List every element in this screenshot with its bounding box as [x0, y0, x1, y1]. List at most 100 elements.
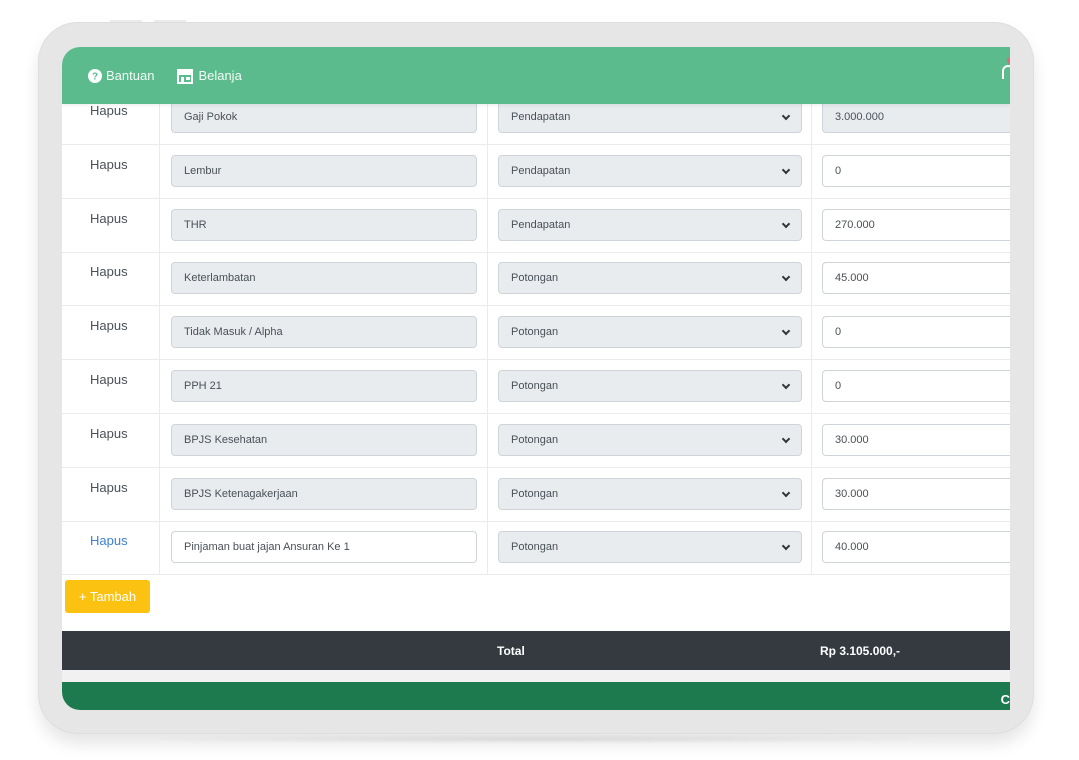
- component-type-select[interactable]: Pendapatan: [498, 101, 802, 133]
- component-amount-value: 3.000.000: [835, 111, 884, 123]
- delete-row-link[interactable]: Hapus: [90, 480, 128, 495]
- component-type-value: Potongan: [511, 380, 559, 392]
- table-row: Hapus Tidak Masuk / Alpha Potongan 0: [62, 306, 1010, 361]
- delete-row-link[interactable]: Hapus: [90, 318, 128, 333]
- component-name-value: BPJS Kesehatan: [184, 433, 268, 446]
- delete-row-link[interactable]: Hapus: [90, 372, 128, 387]
- component-amount-value: 0: [835, 164, 842, 177]
- chevron-down-icon: [781, 165, 791, 175]
- component-amount-input[interactable]: 0: [822, 370, 1010, 402]
- column-divider: [811, 306, 812, 360]
- table-row: Hapus Pinjaman buat jajan Ansuran Ke 1 Pot…: [62, 521, 1010, 576]
- question-circle-icon: ?: [88, 68, 102, 83]
- component-name-input[interactable]: BPJS Ketenagakerjaan: [171, 477, 477, 510]
- component-name-input[interactable]: THR: [171, 208, 477, 241]
- component-name-input[interactable]: BPJS Kesehatan: [171, 423, 477, 456]
- column-divider: [159, 413, 160, 467]
- component-name-input[interactable]: Gaji Pokok: [171, 101, 477, 133]
- component-amount-input[interactable]: 45.000: [822, 262, 1010, 295]
- component-type-select[interactable]: Potongan: [498, 262, 802, 295]
- component-name-input[interactable]: Pinjaman buat jajan Ansuran Ke 1: [171, 531, 477, 564]
- column-divider: [811, 521, 812, 575]
- footer-separator: [62, 670, 1010, 682]
- column-divider: [811, 252, 812, 306]
- delete-row-link[interactable]: Hapus: [90, 264, 128, 279]
- component-type-value: Potongan: [511, 433, 559, 446]
- chevron-down-icon: [781, 111, 791, 121]
- notification-dot: [1007, 57, 1010, 64]
- component-type-value: Potongan: [511, 272, 559, 285]
- component-name-value: Pinjaman buat jajan Ansuran Ke 1: [184, 541, 350, 554]
- delete-row-link[interactable]: Hapus: [90, 103, 128, 118]
- chevron-down-icon: [781, 326, 791, 336]
- bell-icon[interactable]: [1002, 65, 1010, 79]
- component-type-select[interactable]: Potongan: [498, 370, 802, 402]
- component-amount-input[interactable]: 30.000: [822, 423, 1010, 456]
- chevron-down-icon: [781, 542, 791, 551]
- component-name-value: Keterlambatan: [184, 272, 256, 285]
- nav-belanja[interactable]: Belanja: [176, 68, 242, 84]
- column-divider: [487, 144, 488, 198]
- total-bar: Total Rp 3.105.000,-: [62, 631, 1010, 670]
- svg-text:?: ?: [92, 71, 98, 82]
- component-amount-value: 30.000: [835, 487, 869, 500]
- component-amount-input[interactable]: 3.000.000: [822, 101, 1010, 133]
- footer-text: C: [1000, 692, 1010, 707]
- component-name-value: THR: [184, 218, 207, 231]
- column-divider: [811, 198, 812, 252]
- component-type-select[interactable]: Potongan: [498, 531, 802, 564]
- delete-row-link[interactable]: Hapus: [90, 533, 128, 548]
- component-amount-value: 30.000: [835, 433, 869, 446]
- add-component-button[interactable]: + Tambah: [65, 580, 150, 613]
- component-name-value: PPH 21: [184, 380, 222, 392]
- component-type-value: Pendapatan: [511, 218, 571, 231]
- nav-bantuan[interactable]: ? Bantuan: [88, 68, 154, 83]
- component-name-input[interactable]: Lembur: [171, 154, 477, 187]
- component-type-value: Potongan: [511, 487, 559, 500]
- component-type-value: Potongan: [511, 326, 559, 339]
- column-divider: [811, 144, 812, 198]
- column-divider: [159, 198, 160, 252]
- component-name-input[interactable]: Tidak Masuk / Alpha: [171, 316, 477, 349]
- column-divider: [487, 198, 488, 252]
- delete-row-link[interactable]: Hapus: [90, 426, 128, 441]
- delete-row-link[interactable]: Hapus: [90, 211, 128, 226]
- nav-bantuan-label: Bantuan: [106, 68, 155, 83]
- column-divider: [159, 306, 160, 360]
- chevron-down-icon: [781, 273, 791, 282]
- component-type-value: Pendapatan: [511, 164, 571, 177]
- component-name-input[interactable]: Keterlambatan: [171, 262, 477, 295]
- component-type-select[interactable]: Pendapatan: [498, 154, 802, 187]
- tablet-shadow: [120, 734, 950, 744]
- top-navbar: ? Bantuan Belanja: [62, 47, 1010, 104]
- component-amount-input[interactable]: 0: [822, 154, 1010, 187]
- column-divider: [159, 521, 160, 575]
- component-name-value: Tidak Masuk / Alpha: [184, 326, 283, 339]
- column-divider: [159, 252, 160, 306]
- component-name-value: BPJS Ketenagakerjaan: [184, 487, 298, 500]
- component-type-select[interactable]: Potongan: [498, 477, 802, 510]
- column-divider: [159, 467, 160, 521]
- component-name-value: Lembur: [184, 164, 222, 177]
- component-amount-input[interactable]: 40.000: [822, 531, 1010, 564]
- table-row: Hapus Lembur Pendapatan 0: [62, 144, 1010, 199]
- component-type-select[interactable]: Pendapatan: [498, 208, 802, 241]
- delete-row-link[interactable]: Hapus: [90, 157, 128, 172]
- column-divider: [811, 467, 812, 521]
- component-type-select[interactable]: Potongan: [498, 423, 802, 456]
- component-amount-input[interactable]: 30.000: [822, 477, 1010, 510]
- component-amount-value: 0: [835, 326, 842, 339]
- column-divider: [159, 360, 160, 413]
- chevron-down-icon: [781, 219, 791, 228]
- component-type-value: Pendapatan: [511, 111, 571, 123]
- column-divider: [487, 306, 488, 360]
- chevron-down-icon: [781, 488, 791, 497]
- component-amount-value: 40.000: [835, 541, 869, 554]
- column-divider: [487, 252, 488, 306]
- component-amount-input[interactable]: 270.000: [822, 208, 1010, 241]
- component-type-select[interactable]: Potongan: [498, 316, 802, 349]
- component-name-input[interactable]: PPH 21: [171, 370, 477, 402]
- column-divider: [487, 360, 488, 413]
- component-amount-input[interactable]: 0: [822, 316, 1010, 349]
- chevron-down-icon: [781, 434, 791, 444]
